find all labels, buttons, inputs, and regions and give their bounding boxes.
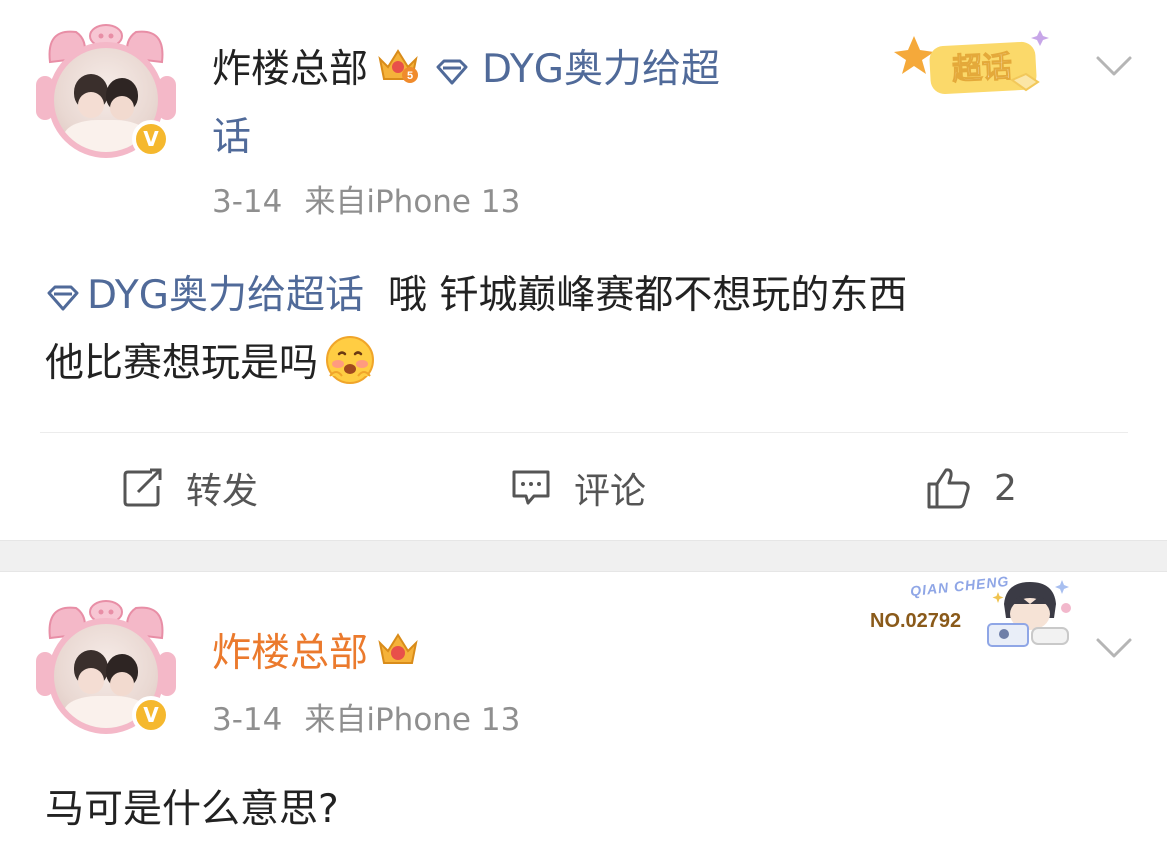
post-date: 3-14 <box>212 184 283 220</box>
post-author[interactable]: 炸楼总部 <box>212 628 420 683</box>
verified-badge: V <box>132 696 170 734</box>
crown-badge-icon <box>376 629 420 683</box>
fan-number: NO.02792 <box>870 610 962 632</box>
weibo-post-2: V 炸楼总部 3-14 来自iPhone 13 QIAN CHENG NO.027… <box>0 572 1167 864</box>
post-body-text-2: 他比赛想玩是吗 <box>45 341 319 386</box>
chibi-character-icon <box>987 580 1071 647</box>
chevron-down-icon[interactable] <box>1094 636 1134 660</box>
repost-icon <box>123 468 162 507</box>
post-body: DYG奥力给超话哦 钎城巅峰赛都不想玩的东西 他比赛想玩是吗 <box>45 262 907 398</box>
post-source: 来自iPhone 13 <box>304 184 521 220</box>
verified-badge: V <box>132 120 170 158</box>
like-button[interactable]: 2 <box>926 458 1017 518</box>
crown-badge-icon: 5 <box>376 45 420 99</box>
post-separator <box>0 540 1167 572</box>
supertopic-badge[interactable]: 超话 <box>892 22 1072 102</box>
weibo-post-1: V 炸楼总部 5 DYG奥力给超 话 3-14 来自iPhone 13 超话 DYG奥… <box>0 0 1167 540</box>
repost-label[interactable]: 转发 <box>186 462 258 514</box>
blushing-emoji <box>326 336 375 384</box>
headset-left <box>36 652 54 696</box>
svg-text:5: 5 <box>407 70 413 82</box>
topic-link-wrap[interactable]: 话 <box>212 112 251 164</box>
username-text[interactable]: 炸楼总部 <box>212 631 368 676</box>
post-meta: 3-14 来自iPhone 13 <box>212 176 520 221</box>
like-count: 2 <box>994 467 1017 509</box>
comment-label[interactable]: 评论 <box>574 462 646 514</box>
topic-link-text[interactable]: DYG奥力给超 <box>482 47 720 92</box>
headset-right <box>158 652 176 696</box>
repost-button[interactable]: 转发 <box>122 458 258 518</box>
headset-right <box>158 76 176 120</box>
post-body: 马可是什么意思? <box>45 776 339 844</box>
username-text[interactable]: 炸楼总部 <box>212 47 368 92</box>
avatar[interactable]: V <box>36 22 176 162</box>
body-topic-link[interactable]: DYG奥力给超话 <box>45 273 364 318</box>
post-body-text-1: 哦 钎城巅峰赛都不想玩的东西 <box>387 273 908 318</box>
comment-button[interactable]: 评论 <box>510 458 646 518</box>
like-icon <box>927 468 970 509</box>
topic-link[interactable]: DYG奥力给超 <box>434 47 720 92</box>
diamond-topic-icon <box>47 285 79 310</box>
chevron-down-icon[interactable] <box>1094 54 1134 78</box>
post-author[interactable]: 炸楼总部 5 DYG奥力给超 <box>212 44 720 99</box>
diamond-topic-icon <box>436 59 468 84</box>
supertopic-badge-text: 超话 <box>951 49 1013 87</box>
post-date: 3-14 <box>212 702 283 738</box>
comment-icon <box>512 470 550 505</box>
fan-number-badge[interactable]: QIAN CHENG NO.02792 <box>866 572 1076 652</box>
headset-left <box>36 76 54 120</box>
post-body-line-1: DYG奥力给超话哦 钎城巅峰赛都不想玩的东西 <box>45 262 907 330</box>
divider <box>40 432 1128 433</box>
post-body-text: 马可是什么意思? <box>45 787 339 832</box>
post-body-line-2: 他比赛想玩是吗 <box>45 330 907 398</box>
body-topic-link-text[interactable]: DYG奥力给超话 <box>87 273 364 318</box>
post-source: 来自iPhone 13 <box>304 702 521 738</box>
post-meta: 3-14 来自iPhone 13 <box>212 694 520 739</box>
avatar[interactable]: V <box>36 598 176 738</box>
